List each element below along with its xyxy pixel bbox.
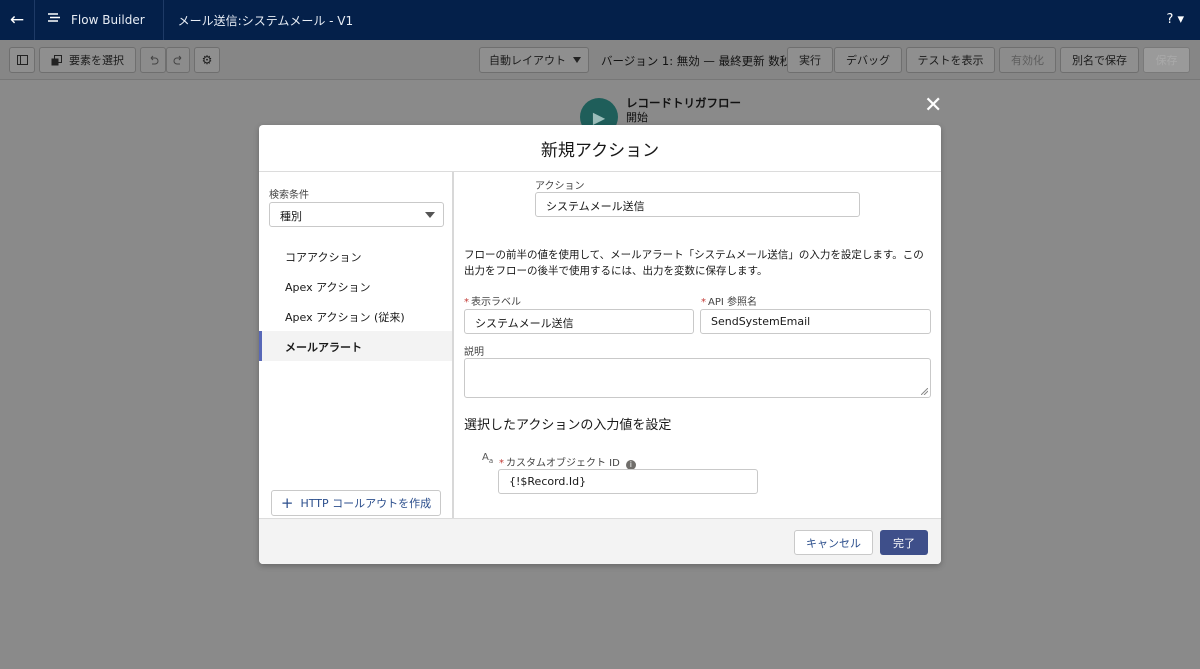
save-as-button[interactable]: 別名で保存: [1060, 47, 1139, 73]
flow-settings-button[interactable]: ⚙: [194, 47, 220, 73]
close-modal-icon[interactable]: ✕: [924, 93, 942, 118]
layout-mode-label: 自動レイアウト: [489, 54, 566, 67]
display-label-input[interactable]: システムメール送信: [464, 309, 694, 334]
filter-select-value: 種別: [280, 210, 302, 223]
category-label: メールアラート: [285, 341, 362, 354]
activate-label: 有効化: [1011, 54, 1044, 67]
custom-object-field-label: * カスタムオブジェクト ID i: [499, 454, 636, 470]
input-values-section-title: 選択したアクションの入力値を設定: [464, 418, 672, 433]
run-button[interactable]: 実行: [787, 47, 833, 73]
category-label: Apex アクション (従来): [285, 311, 405, 324]
undo-icon: [150, 55, 158, 64]
action-field-value: システムメール送信: [546, 200, 645, 213]
flow-builder-icon: [47, 11, 61, 29]
category-core-actions[interactable]: コアアクション: [259, 241, 452, 271]
custom-object-label-text: カスタムオブジェクト ID: [506, 458, 620, 469]
activate-button[interactable]: 有効化: [999, 47, 1056, 73]
description-field-label: 説明: [464, 347, 484, 358]
version-status: バージョン 1: 無効 — 最終更新 数秒前: [601, 54, 803, 68]
view-tests-label: テストを表示: [917, 54, 984, 67]
sidebar-panel-icon: [16, 55, 28, 65]
done-label: 完了: [893, 536, 915, 550]
custom-object-id-value: {!$Record.Id}: [509, 475, 587, 488]
start-node-subtitle: 開始: [626, 111, 648, 124]
save-label: 保存: [1155, 54, 1178, 67]
run-label: 実行: [799, 54, 821, 67]
category-apex-actions-legacy[interactable]: Apex アクション (従来): [259, 301, 452, 331]
builder-toolbar: 要素を選択 ⚙ 自動レイアウト バージョン 1: 無効 — 最終更新 数秒前 実…: [0, 40, 1200, 80]
action-category-pane: 検索条件 種別 コアアクション Apex アクション Apex アクション (従…: [259, 172, 454, 518]
save-button[interactable]: 保存: [1143, 47, 1190, 73]
text-type-icon: Aa: [482, 452, 494, 465]
api-name-field-label: * API 参照名: [701, 293, 757, 308]
modal-title: 新規アクション: [540, 140, 660, 161]
view-tests-button[interactable]: テストを表示: [906, 47, 995, 73]
help-menu-button[interactable]: ? ▾: [1166, 12, 1184, 27]
api-name-input[interactable]: SendSystemEmail: [700, 309, 931, 334]
back-arrow-icon[interactable]: ←: [0, 0, 34, 40]
debug-button[interactable]: デバッグ: [834, 47, 902, 73]
select-icon: [51, 54, 62, 65]
toggle-toolbox-button[interactable]: [9, 47, 35, 73]
display-label-value: システムメール送信: [475, 317, 574, 330]
header-divider: [34, 0, 35, 40]
required-marker: *: [464, 297, 469, 308]
new-action-modal: 新規アクション 検索条件 種別 コアアクション Apex アクション Apex …: [259, 125, 941, 564]
chevron-down-icon: [573, 57, 581, 63]
display-label-field-label: * 表示ラベル: [464, 293, 521, 308]
category-email-alerts[interactable]: メールアラート: [259, 331, 452, 361]
modal-footer: キャンセル 完了: [259, 518, 941, 564]
custom-object-id-input[interactable]: {!$Record.Id}: [498, 469, 758, 494]
undo-button[interactable]: [140, 47, 166, 73]
layout-mode-select[interactable]: 自動レイアウト: [479, 47, 589, 73]
header-divider: [162, 0, 164, 40]
description-textarea[interactable]: [464, 358, 931, 398]
modal-body: 検索条件 種別 コアアクション Apex アクション Apex アクション (従…: [259, 172, 941, 518]
filter-label: 検索条件: [269, 190, 309, 201]
cancel-button[interactable]: キャンセル: [794, 530, 873, 555]
flow-title: メール送信:システムメール - V1: [177, 13, 354, 28]
api-name-value: SendSystemEmail: [711, 315, 811, 328]
save-as-label: 別名で保存: [1072, 54, 1127, 67]
required-marker: *: [499, 458, 504, 469]
display-label-label-text: 表示ラベル: [471, 297, 521, 308]
resize-handle-icon[interactable]: [921, 388, 928, 395]
plus-icon: +: [280, 494, 294, 512]
gear-icon: ⚙: [201, 53, 213, 67]
debug-label: デバッグ: [846, 54, 890, 67]
create-http-callout-label: HTTP コールアウトを作成: [300, 497, 432, 510]
action-field[interactable]: システムメール送信: [535, 192, 860, 217]
api-name-label-text: API 参照名: [708, 297, 757, 308]
info-icon[interactable]: i: [625, 459, 636, 470]
select-elements-label: 要素を選択: [69, 54, 124, 67]
action-field-label: アクション: [535, 181, 585, 192]
cancel-label: キャンセル: [806, 536, 861, 550]
action-description-text: フローの前半の値を使用して、メールアラート「システムメール送信」の入力を設定しま…: [464, 249, 924, 277]
chevron-down-icon: [425, 212, 435, 218]
action-config-pane: アクション システムメール送信 フローの前半の値を使用して、メールアラート「シス…: [456, 172, 941, 518]
app-name: Flow Builder: [71, 13, 145, 27]
modal-header: 新規アクション: [259, 125, 941, 172]
filter-select[interactable]: 種別: [269, 202, 444, 227]
category-apex-actions[interactable]: Apex アクション: [259, 271, 452, 301]
done-button[interactable]: 完了: [880, 530, 928, 555]
select-elements-button[interactable]: 要素を選択: [39, 47, 136, 73]
redo-button[interactable]: [166, 47, 190, 73]
app-header: ← Flow Builder メール送信:システムメール - V1 ? ▾: [0, 0, 1200, 40]
category-label: Apex アクション: [285, 281, 371, 294]
required-marker: *: [701, 297, 706, 308]
redo-icon: [173, 55, 181, 64]
create-http-callout-button[interactable]: + HTTP コールアウトを作成: [271, 490, 441, 516]
category-label: コアアクション: [285, 251, 362, 264]
